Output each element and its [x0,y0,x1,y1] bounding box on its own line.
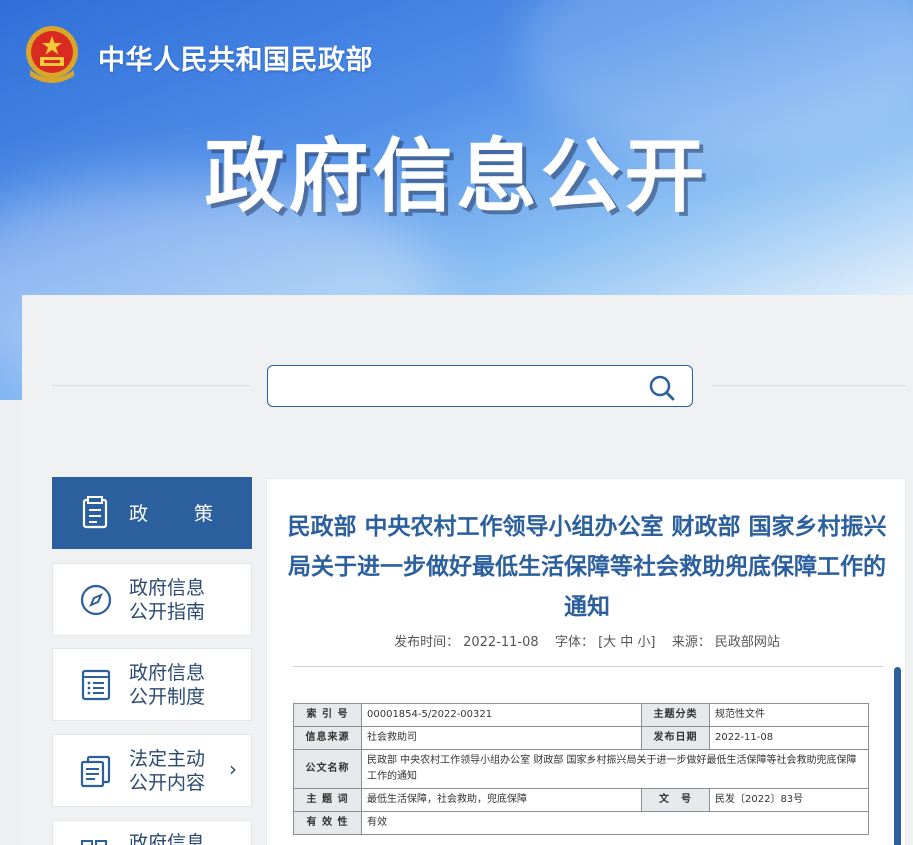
banner-title: 政府信息公开 [204,130,709,223]
table-value: 社会救助司 [361,726,642,750]
table-value: 规范性文件 [709,703,869,727]
label-line: 政府信息 [129,577,206,599]
table-value: 有效 [361,811,869,835]
table-key: 主题分类 [641,703,710,727]
sidebar-item-policy[interactable]: 政 策 [52,477,252,549]
font-label: 字体： [555,635,595,650]
divider [712,385,906,386]
table-row: 公文名称 民政部 中央农村工作领导小组办公室 财政部 国家乡村振兴局关于进一步做… [293,749,869,789]
sidebar-item-label: 政府信息 公开指南 [129,576,205,624]
table-value: 民政部 中央农村工作领导小组办公室 财政部 国家乡村振兴局关于进一步做好最低生活… [361,749,869,789]
files-icon [80,755,111,788]
sidebar-item-more[interactable]: 政府信息 [52,820,252,845]
publish-time: 2022-11-08 [463,635,539,650]
label-line: 政府信息 [129,662,206,684]
table-row: 信息来源 社会救助司 发布日期 2022-11-08 [293,726,869,750]
table-value: 2022-11-08 [709,726,869,750]
label-line: 法定主动 [129,748,206,770]
info-table: 索 引 号 00001854-5/2022-00321 主题分类 规范性文件 信… [293,703,869,835]
table-key: 公文名称 [293,749,362,789]
table-key: 索 引 号 [293,703,362,727]
label-line: 公开内容 [129,772,206,794]
sidebar-item-statutory-content[interactable]: 法定主动 公开内容 › [52,734,252,807]
table-value: 民发〔2022〕83号 [709,788,869,812]
sidebar-item-label: 政 策 [129,503,234,525]
sidebar-item-label: 政府信息 [129,832,206,845]
search-input[interactable] [280,374,640,398]
label-line: 公开制度 [129,686,206,708]
source-label: 来源： [671,635,711,650]
scrollbar[interactable] [894,667,901,845]
label-line: 公开指南 [129,601,206,623]
table-key: 文 号 [641,788,710,812]
divider [52,385,250,386]
document-icon [82,496,108,529]
table-key: 主 题 词 [293,788,362,812]
table-row: 主 题 词 最低生活保障，社会救助，兜底保障 文 号 民发〔2022〕83号 [293,788,869,812]
article-panel: 民政部 中央农村工作领导小组办公室 财政部 国家乡村振兴局关于进一步做好最低生活… [266,478,906,845]
table-value: 最低生活保障，社会救助，兜底保障 [361,788,642,812]
table-key: 信息来源 [293,726,362,750]
table-row: 有 效 性 有效 [293,811,869,835]
chevron-right-icon: › [229,757,237,781]
table-value: 00001854-5/2022-00321 [361,703,642,727]
sidebar-item-disclosure-guide[interactable]: 政府信息 公开指南 [52,563,252,636]
national-emblem-icon [26,26,78,83]
list-icon [81,669,111,701]
table-key: 有 效 性 [293,811,362,835]
site-name[interactable]: 中华人民共和国民政部 [98,38,373,77]
sidebar-item-label: 政府信息 公开制度 [129,661,205,709]
sidebar-item-label: 法定主动 公开内容 [129,747,205,795]
divider [293,666,883,667]
article-title: 民政部 中央农村工作领导小组办公室 财政部 国家乡村振兴局关于进一步做好最低生活… [287,514,887,620]
search-icon[interactable] [648,374,676,402]
article-meta: 发布时间： 2022-11-08 字体： [大 中 小] 来源： 民政部网站 [267,631,907,650]
grid-icon [81,840,107,845]
search-box[interactable] [267,365,693,407]
publish-label: 发布时间： [394,635,460,650]
compass-icon [80,584,112,616]
table-key: 发布日期 [641,726,710,750]
font-size-switcher[interactable]: [大 中 小] [598,635,655,650]
sidebar-item-disclosure-system[interactable]: 政府信息 公开制度 [52,648,252,721]
source: 民政部网站 [714,635,780,650]
table-row: 索 引 号 00001854-5/2022-00321 主题分类 规范性文件 [293,703,869,727]
